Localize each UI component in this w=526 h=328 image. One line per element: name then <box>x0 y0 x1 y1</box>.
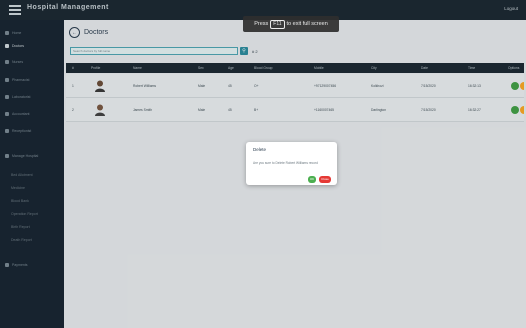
delete-dialog: Delete Are you sure to Delete Robert Wil… <box>246 142 337 185</box>
dialog-message: Are you sure to Delete Robert Williams r… <box>253 161 318 165</box>
dialog-title: Delete <box>253 147 267 152</box>
close-button[interactable]: Close <box>319 176 331 183</box>
ok-button[interactable]: OK <box>308 176 316 183</box>
